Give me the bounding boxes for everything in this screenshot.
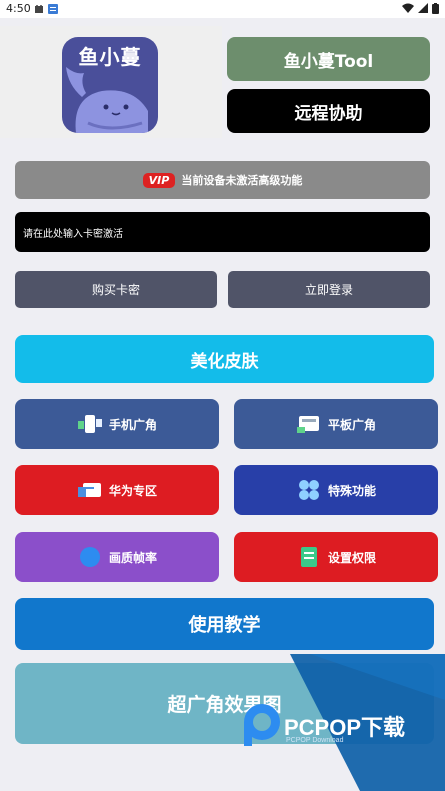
watermark-sub: PCPOP Download: [286, 737, 344, 744]
watermark-overlay: [244, 654, 445, 791]
